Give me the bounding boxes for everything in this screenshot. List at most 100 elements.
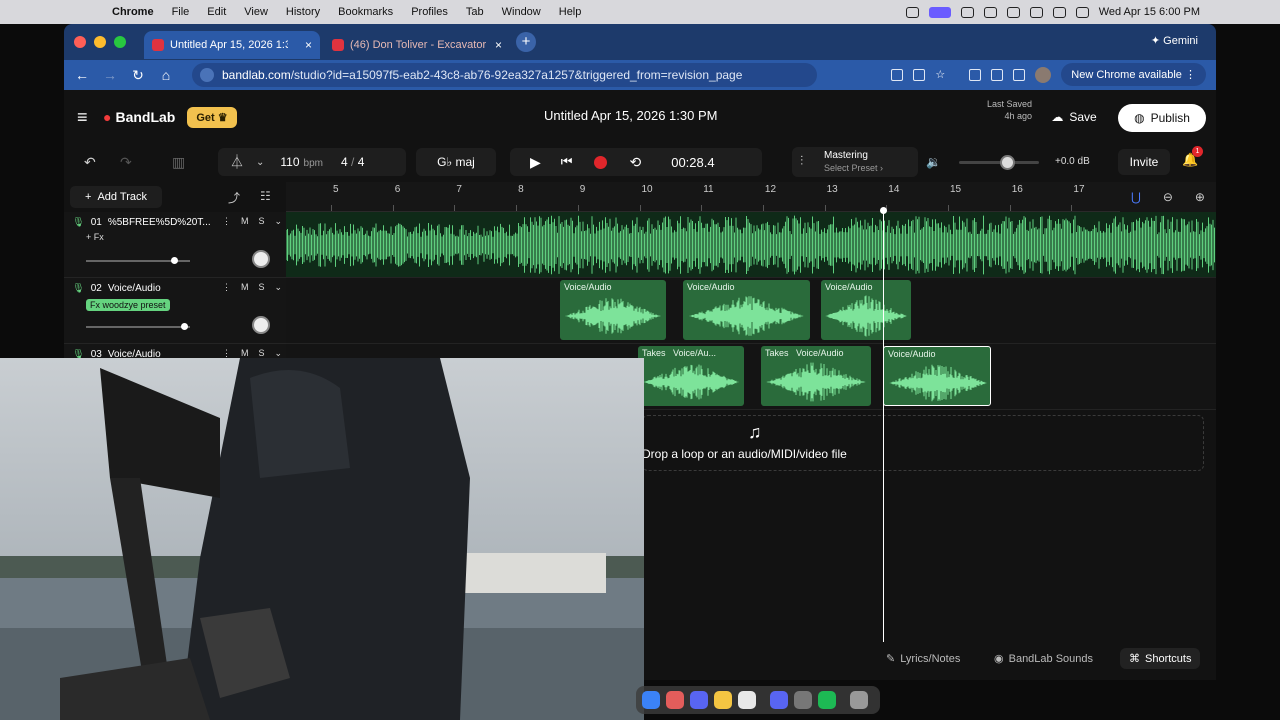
address-bar[interactable]: bandlab.com /studio?id=a15097f5-eab2-43c… (192, 63, 817, 87)
track-name[interactable]: 🎙 01 %5BFREE%5D%20T... (72, 217, 222, 228)
screen-recorder-icon[interactable] (690, 691, 708, 709)
playhead[interactable] (883, 210, 884, 665)
track-lane-2[interactable]: Voice/Audio Voice/Audio Voice/Audio (286, 278, 1216, 344)
solo-button[interactable]: S (259, 216, 265, 227)
menu-help[interactable]: Help (559, 6, 582, 18)
bandlab-logo[interactable]: ● BandLab (103, 109, 175, 125)
chevron-down-icon[interactable]: ⌄ (256, 157, 264, 168)
chevron-down-icon[interactable]: ⌄ (275, 282, 283, 293)
bookmark-star-icon[interactable]: ☆ (935, 68, 945, 81)
menu-app-name[interactable]: Chrome (112, 6, 154, 18)
search-icon[interactable] (1052, 6, 1066, 18)
spotify-icon[interactable] (818, 691, 836, 709)
publish-button[interactable]: ◍ Publish (1118, 104, 1206, 132)
notifications-bell-icon[interactable]: 🔔 1 (1182, 146, 1203, 168)
forward-icon[interactable]: → (96, 67, 124, 83)
track-header-2[interactable]: 🎙 02 Voice/Audio ⋮ M S ⌄ Fx woodzye preset (64, 278, 286, 344)
get-membership-button[interactable]: Get ♛ (187, 106, 237, 128)
time-signature[interactable]: 4 / 4 (341, 155, 364, 169)
track-volume-slider[interactable] (86, 323, 190, 330)
mixer-settings-icon[interactable]: ☷ (260, 189, 271, 203)
track-header-1[interactable]: 🎙 01 %5BFREE%5D%20T... ⋮ M S ⌄ + Fx (64, 212, 286, 278)
selected-audio-clip[interactable]: Voice/Audio (883, 346, 991, 406)
bandlab-sounds-button[interactable]: ◉ BandLab Sounds (994, 652, 1093, 666)
track-volume-knob[interactable] (171, 257, 178, 264)
menu-history[interactable]: History (286, 6, 320, 18)
speaker-icon[interactable]: 🔉 (926, 155, 941, 169)
creative-cloud-icon[interactable] (905, 6, 919, 18)
audio-clip[interactable]: Voice/Audio (683, 280, 810, 340)
reload-icon[interactable]: ↻ (124, 67, 152, 84)
minimize-window-button[interactable] (94, 36, 106, 48)
close-tab-icon[interactable]: × (495, 38, 502, 52)
key-selector[interactable]: G♭ maj (416, 148, 496, 176)
audio-clip[interactable]: Voice/Audio (821, 280, 911, 340)
play-icon[interactable] (960, 6, 974, 18)
screen-share-icon[interactable] (928, 6, 951, 18)
mute-button[interactable]: M (241, 216, 249, 227)
zoom-window-button[interactable] (114, 36, 126, 48)
close-window-button[interactable] (74, 36, 86, 48)
menu-profiles[interactable]: Profiles (411, 6, 448, 18)
trash-icon[interactable] (850, 691, 868, 709)
piano-keys-icon[interactable]: ▥ (172, 154, 185, 171)
play-icon[interactable]: ▶ (530, 154, 541, 171)
master-volume-slider[interactable] (958, 154, 1039, 170)
menu-edit[interactable]: Edit (207, 6, 226, 18)
add-fx-button[interactable]: + Fx (86, 232, 104, 242)
save-button[interactable]: ☁ Save (1039, 104, 1109, 130)
finder-icon[interactable] (642, 691, 660, 709)
zoom-out-icon[interactable]: ⊖ (1163, 190, 1173, 204)
metronome-icon[interactable]: ⏃ (230, 152, 244, 172)
menu-file[interactable]: File (172, 6, 190, 18)
tab-bandlab[interactable]: Untitled Apr 15, 2026 1:30 × (144, 31, 320, 59)
reader-mode-icon[interactable] (891, 68, 904, 81)
extensions-icon[interactable] (969, 68, 982, 81)
track-name[interactable]: 🎙 02 Voice/Audio (72, 283, 222, 294)
lyrics-notes-button[interactable]: ✎ Lyrics/Notes (886, 652, 960, 666)
redo-icon[interactable]: ↷ (120, 154, 132, 171)
chevron-down-icon[interactable]: ⌄ (275, 216, 283, 227)
menu-view[interactable]: View (244, 6, 268, 18)
notes-icon[interactable] (714, 691, 732, 709)
back-icon[interactable]: ← (68, 67, 96, 83)
screenshot-icon[interactable] (991, 68, 1004, 81)
track-volume-knob[interactable] (181, 323, 188, 330)
takes-clip[interactable]: Takes Voice/Au... (638, 346, 744, 406)
home-icon[interactable]: ⌂ (152, 67, 180, 83)
zoom-in-icon[interactable]: ⊕ (1195, 190, 1205, 204)
battery-icon[interactable] (1006, 6, 1020, 18)
automation-icon[interactable]: ⤴ (228, 189, 240, 206)
project-title[interactable]: Untitled Apr 15, 2026 1:30 PM (544, 108, 717, 123)
discord-icon[interactable] (770, 691, 788, 709)
menu-bookmarks[interactable]: Bookmarks (338, 6, 393, 18)
site-info-icon[interactable] (200, 68, 214, 82)
media-controls-icon[interactable] (1013, 68, 1026, 81)
fx-preset-badge[interactable]: Fx woodzye preset (86, 299, 170, 311)
tab-youtube[interactable]: (46) Don Toliver - Excavator × (324, 31, 510, 59)
install-app-icon[interactable] (913, 68, 926, 81)
pan-knob[interactable] (252, 250, 270, 268)
pan-knob[interactable] (252, 316, 270, 334)
master-volume-knob[interactable] (999, 154, 1015, 170)
loop-icon[interactable]: ⟲ (629, 154, 641, 171)
mute-button[interactable]: M (241, 282, 249, 293)
menu-window[interactable]: Window (502, 6, 541, 18)
invite-button[interactable]: Invite (1118, 149, 1170, 175)
track-volume-slider[interactable] (86, 257, 190, 264)
wifi-icon[interactable] (1029, 6, 1043, 18)
new-tab-button[interactable]: + (516, 32, 536, 52)
mastering-selector[interactable]: ⫶ Mastering Select Preset › (792, 147, 918, 177)
menubar-datetime[interactable]: Wed Apr 15 6:00 PM (1099, 6, 1200, 18)
gemini-button[interactable]: ✦ Gemini (1151, 34, 1198, 47)
new-chrome-available-button[interactable]: New Chrome available ⋮ (1061, 63, 1206, 86)
audio-clip[interactable]: Voice/Audio (560, 280, 666, 340)
skip-to-start-icon[interactable]: ⏮ (561, 154, 573, 170)
record-icon[interactable] (594, 155, 608, 169)
add-track-button[interactable]: + Add Track (70, 186, 162, 208)
snap-magnet-icon[interactable]: ⋃ (1131, 190, 1141, 204)
settings-icon[interactable] (794, 691, 812, 709)
more-icon[interactable]: ⋮ (222, 282, 231, 293)
control-center-icon[interactable] (1075, 6, 1089, 18)
chrome-icon[interactable] (738, 691, 756, 709)
